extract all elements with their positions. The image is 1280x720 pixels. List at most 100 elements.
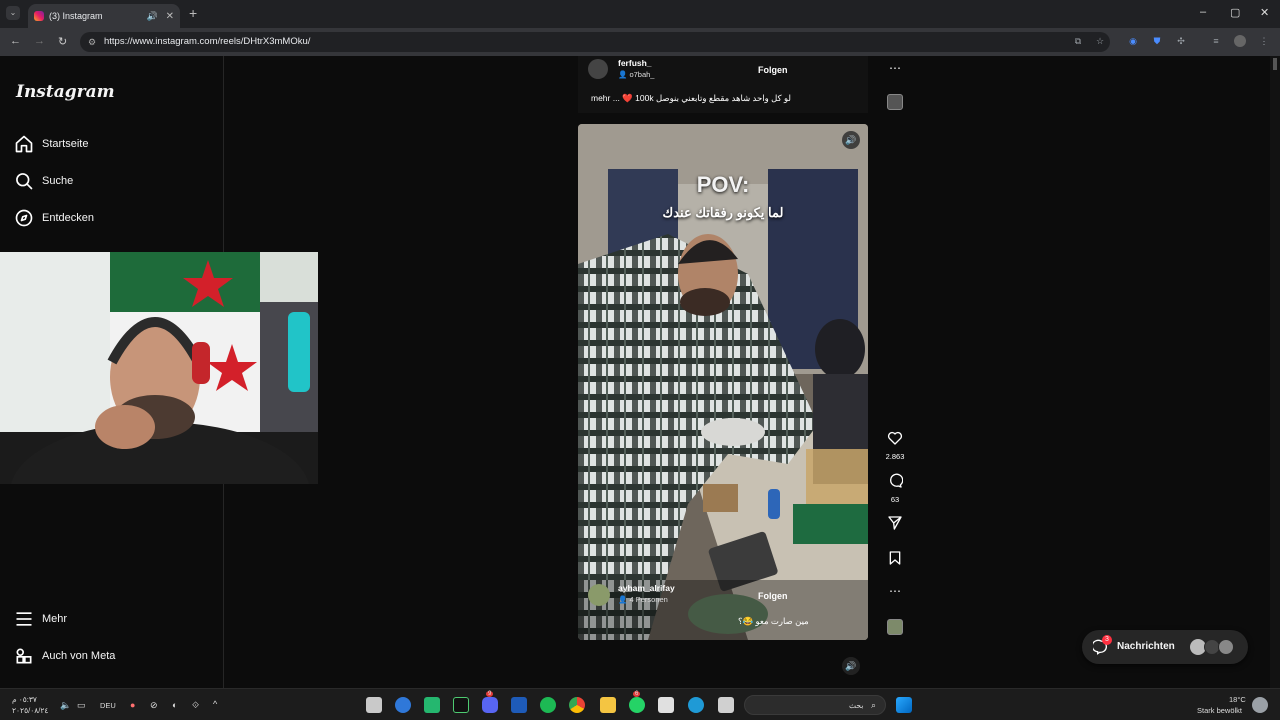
previous-reel-username[interactable]: ferfush_ [618,58,652,68]
edge-icon[interactable] [688,697,704,713]
instagram-favicon-icon [34,11,44,21]
previous-reel-more-icon[interactable]: ⋯ [884,61,906,75]
instagram-logo[interactable]: Instagram [16,82,115,102]
sidebar-item-label: Mehr [42,613,68,625]
volume-icon[interactable]: 🔈 [60,700,71,711]
file-viewer-icon[interactable] [366,697,382,713]
save-button[interactable] [884,550,906,571]
search-icon [16,173,33,190]
reel-people-tag[interactable]: 👤 4 Personen [618,595,668,604]
mute-toggle-icon[interactable]: 🔊 [842,131,860,149]
sidebar-item-home[interactable]: Startseite [14,132,88,156]
browser-toolbar: ← → ↻ ⚙ https://www.instagram.com/reels/… [0,28,1280,56]
app-window-icon[interactable] [718,697,734,713]
previous-reel-audio-thumb[interactable] [884,94,906,115]
browser-tab[interactable]: (3) Instagram 🔊 ✕ [28,4,180,28]
sidebar-item-explore[interactable]: Entdecken [14,206,94,230]
extension-audio-icon[interactable]: ◉ [1127,35,1139,47]
previous-reel-collab[interactable]: 👤 o7bah_ [618,70,654,79]
tray-app-icon[interactable]: ⟐ [192,700,199,711]
camera-off-icon[interactable]: ⊘ [150,700,158,711]
terminal-icon[interactable] [453,697,469,713]
previous-reel-avatar[interactable] [588,59,608,79]
microphone-icon[interactable]: ● [130,700,135,710]
reload-icon[interactable]: ↻ [58,35,67,48]
previous-reel-footer: ferfush_ 👤 o7bah_ Folgen mehr لو كل واحد… [578,56,868,113]
language-indicator[interactable]: DEU [100,701,116,710]
media-control-icon[interactable]: ≡ [1210,35,1222,47]
scrollbar-thumb[interactable] [1273,58,1277,70]
tab-close-icon[interactable]: ✕ [166,11,174,22]
video-frame [578,124,868,640]
messages-button[interactable]: 3 Nachrichten [1082,630,1248,664]
app-dark-blue-icon[interactable] [511,697,527,713]
forward-icon[interactable]: → [34,35,45,47]
sidebar-item-meta[interactable]: Auch von Meta [14,644,115,668]
extensions-puzzle-icon[interactable]: ✣ [1175,35,1187,47]
more-options-icon[interactable]: ⋯ [884,584,906,598]
tray-expand-icon[interactable]: ^ [213,699,217,709]
reel-video[interactable]: POV: لما يكونو رفقاتك عندك 🔊 ayham_alrif… [578,124,868,640]
tab-audio-icon[interactable]: 🔊 [147,11,158,22]
compass-icon [15,209,33,227]
extension-shield-icon[interactable]: ⛊ [1151,35,1163,47]
weather-temp: 18°C [1229,695,1246,704]
more-link[interactable]: mehr [591,93,610,103]
instagram-page: Instagram Startseite Suche Entdecken Meh… [0,56,1280,688]
next-reel-mute-icon[interactable]: 🔊 [842,657,860,675]
whatsapp-icon[interactable] [629,697,645,713]
profile-avatar-icon[interactable] [1234,35,1246,47]
sidebar-item-label: Entdecken [42,212,94,224]
search-placeholder: بحث [849,701,864,710]
messages-label: Nachrichten [1117,641,1175,652]
whatsapp-badge: 6 [633,691,641,697]
reel-author-avatar[interactable] [588,584,610,606]
chrome-icon[interactable] [569,697,585,713]
like-count: 2.863 [885,452,905,461]
page-scrollbar[interactable] [1270,56,1280,688]
overlay-subtitle: لما يكونو رفقاتك عندك [662,205,784,220]
sidebar-item-label: Suche [42,175,74,187]
like-button[interactable]: 2.863 [884,430,906,461]
display-icon[interactable]: ▭ [77,700,86,711]
back-icon[interactable]: ← [10,35,21,47]
weather-cloud-icon[interactable] [1252,697,1268,713]
reel-follow-button[interactable]: Folgen [758,591,788,601]
message-avatar-3 [1218,639,1234,655]
app-blue-icon[interactable] [395,697,411,713]
spotify-icon[interactable] [540,697,556,713]
windows-start-icon[interactable] [896,697,912,713]
new-tab-button[interactable]: + [189,5,197,21]
reel-author-username[interactable]: ayham_alrifay [618,583,675,593]
headset-icon[interactable]: ◐ [172,700,177,710]
reel-caption: مين صارت معو 😂؟ [738,616,809,626]
overlay-title: POV: [696,172,750,197]
reel-audio-thumb[interactable] [884,619,906,640]
clock-date: ٢٠٢٥/٠٨/٢٤ [12,706,49,715]
comment-button[interactable]: 63 [884,473,906,504]
file-explorer-icon[interactable] [600,697,616,713]
app-green-icon[interactable] [424,697,440,713]
restore-button[interactable]: ▢ [1230,6,1240,19]
site-info-icon[interactable]: ⚙ [88,32,96,52]
webcam-image [0,252,318,484]
sidebar-item-search[interactable]: Suche [14,169,73,193]
minimize-button[interactable]: – [1200,6,1206,18]
browser-menu-icon[interactable]: ⋮ [1258,35,1270,47]
comment-count: 63 [890,495,900,504]
discord-icon[interactable] [482,697,498,713]
share-button[interactable] [884,515,906,536]
install-app-icon[interactable]: ⧉ [1072,35,1084,47]
bookmark-icon [889,551,901,565]
close-window-button[interactable]: ✕ [1260,6,1269,19]
address-bar[interactable]: ⚙ https://www.instagram.com/reels/DHtrX3… [80,32,1110,52]
home-icon [15,135,33,153]
comment-icon [890,473,904,488]
url-text: https://www.instagram.com/reels/DHtrX3mM… [104,36,311,47]
bookmark-star-icon[interactable]: ☆ [1094,35,1106,47]
tab-search-button[interactable]: ⌄ [6,6,20,20]
previous-reel-follow-button[interactable]: Folgen [758,65,788,75]
store-icon[interactable] [658,697,674,713]
taskbar-search[interactable]: بحث ⌕ [744,695,886,715]
sidebar-item-more[interactable]: Mehr [14,607,67,631]
